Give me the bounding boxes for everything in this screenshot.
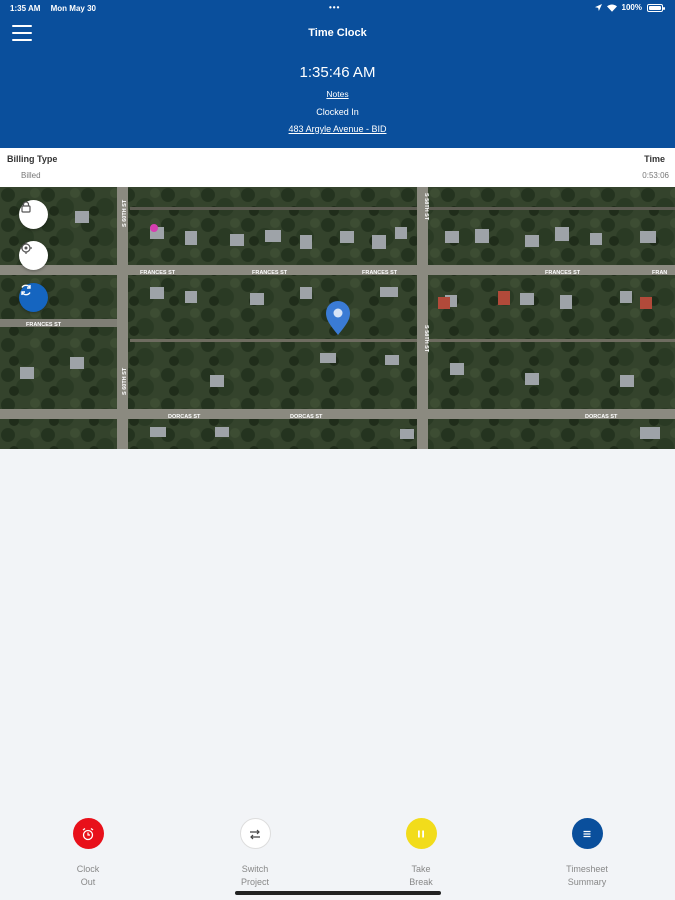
refresh-icon xyxy=(21,284,31,296)
take-break-button[interactable]: Take Break xyxy=(366,815,476,889)
clock-out-button[interactable]: Clock Out xyxy=(33,815,143,889)
status-time: 1:35 AM xyxy=(10,4,41,13)
timesheet-summary-label-2: Summary xyxy=(567,877,607,887)
poi-marker[interactable] xyxy=(150,224,158,232)
map-locate-button[interactable] xyxy=(19,241,48,270)
street-label: FRANCES ST xyxy=(252,270,288,276)
billing-info: Billing Type Billed Time 0:53:06 xyxy=(0,148,675,187)
map-imagery: S 60TH ST S 60TH ST FRANCES ST FRANCES S… xyxy=(0,187,675,449)
street-label: S 58TH ST xyxy=(423,325,429,353)
current-time: 1:35:46 AM xyxy=(299,64,376,81)
street-label: DORCAS ST xyxy=(290,414,323,420)
take-break-label-1: Take xyxy=(411,864,431,874)
street-label: DORCAS ST xyxy=(585,414,618,420)
street-label: FRANCES ST xyxy=(140,270,176,276)
time-label: Time xyxy=(644,154,665,164)
page-title: Time Clock xyxy=(308,27,367,39)
billing-type-label: Billing Type xyxy=(7,154,58,164)
switch-project-label-1: Switch xyxy=(241,864,269,874)
street-label: S 58TH ST xyxy=(423,193,429,221)
locate-icon xyxy=(20,242,32,254)
alarm-clock-icon xyxy=(82,827,94,840)
elapsed-time: 0:53:06 xyxy=(642,171,669,180)
battery-percent: 100% xyxy=(621,3,642,12)
notes-link[interactable]: Notes xyxy=(326,89,348,99)
street-label: FRANCES ST xyxy=(362,270,398,276)
satellite-map[interactable]: S 60TH ST S 60TH ST FRANCES ST FRANCES S… xyxy=(0,187,675,449)
street-label: S 60TH ST xyxy=(122,199,128,227)
switch-project-button[interactable]: Switch Project xyxy=(200,815,310,889)
street-label: FRAN xyxy=(652,270,667,276)
map-lock-button[interactable] xyxy=(19,200,48,229)
swap-arrows-icon xyxy=(250,829,260,839)
clock-out-label-1: Clock xyxy=(76,864,100,874)
location-arrow-icon xyxy=(594,4,602,11)
app-header: 1:35 AM Mon May 30 ••• 100% Time Clock 1… xyxy=(0,0,675,148)
action-bar: Clock Out Switch Project Take Break Timeshe… xyxy=(0,815,675,900)
pause-icon xyxy=(418,830,424,837)
battery-icon xyxy=(647,3,665,12)
billing-type-value: Billed xyxy=(21,171,41,180)
take-break-label-2: Break xyxy=(409,877,433,887)
status-date: Mon May 30 xyxy=(50,4,96,13)
street-label: FRANCES ST xyxy=(545,270,581,276)
lock-icon xyxy=(21,201,31,213)
timesheet-summary-label-1: Timesheet xyxy=(566,864,608,874)
list-icon xyxy=(583,830,591,837)
street-label: DORCAS ST xyxy=(168,414,201,420)
clock-status: Clocked In xyxy=(316,107,359,117)
status-bar: 1:35 AM Mon May 30 ••• 100% xyxy=(0,0,675,16)
map-refresh-button[interactable] xyxy=(19,283,48,312)
street-label: S 60TH ST xyxy=(122,367,128,395)
job-address-link[interactable]: 483 Argyle Avenue - BID xyxy=(289,124,387,134)
multitask-dots[interactable]: ••• xyxy=(329,3,340,12)
home-indicator[interactable] xyxy=(235,891,441,895)
wifi-icon xyxy=(606,3,617,12)
clock-out-label-2: Out xyxy=(80,877,96,887)
timesheet-summary-button[interactable]: Timesheet Summary xyxy=(532,815,642,889)
street-label: FRANCES ST xyxy=(26,322,62,328)
switch-project-label-2: Project xyxy=(240,877,269,887)
